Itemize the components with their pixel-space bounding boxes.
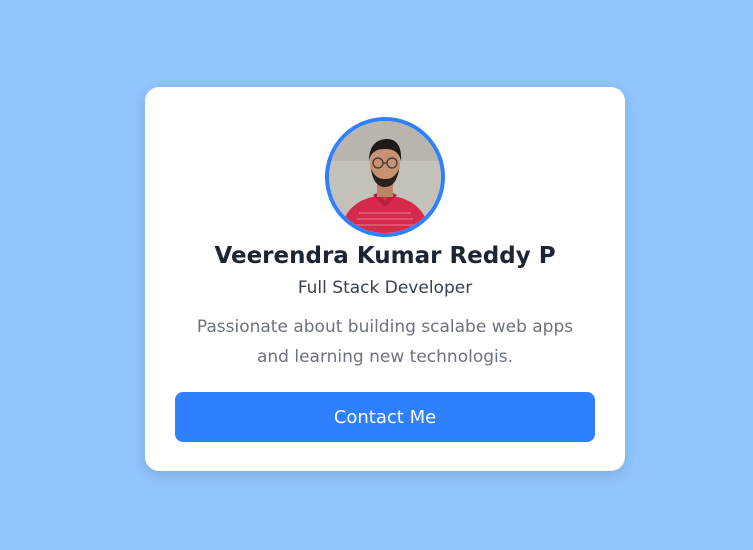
avatar — [325, 117, 445, 237]
profile-name: Veerendra Kumar Reddy P — [214, 243, 556, 269]
bio-line: Passionate about building scalabe web ap… — [196, 317, 574, 337]
profile-bio: Passionate about building scalabe web ap… — [175, 312, 595, 372]
contact-me-button[interactable]: Contact Me — [175, 392, 595, 442]
avatar-photo — [329, 121, 441, 233]
profile-role: Full Stack Developer — [297, 278, 473, 298]
bio-line: and learning new technologis. — [256, 347, 513, 367]
profile-card: Veerendra Kumar Reddy P Full Stack Devel… — [145, 87, 625, 471]
page: { "profile": { "name": "Veerendra Kumar … — [0, 0, 753, 550]
